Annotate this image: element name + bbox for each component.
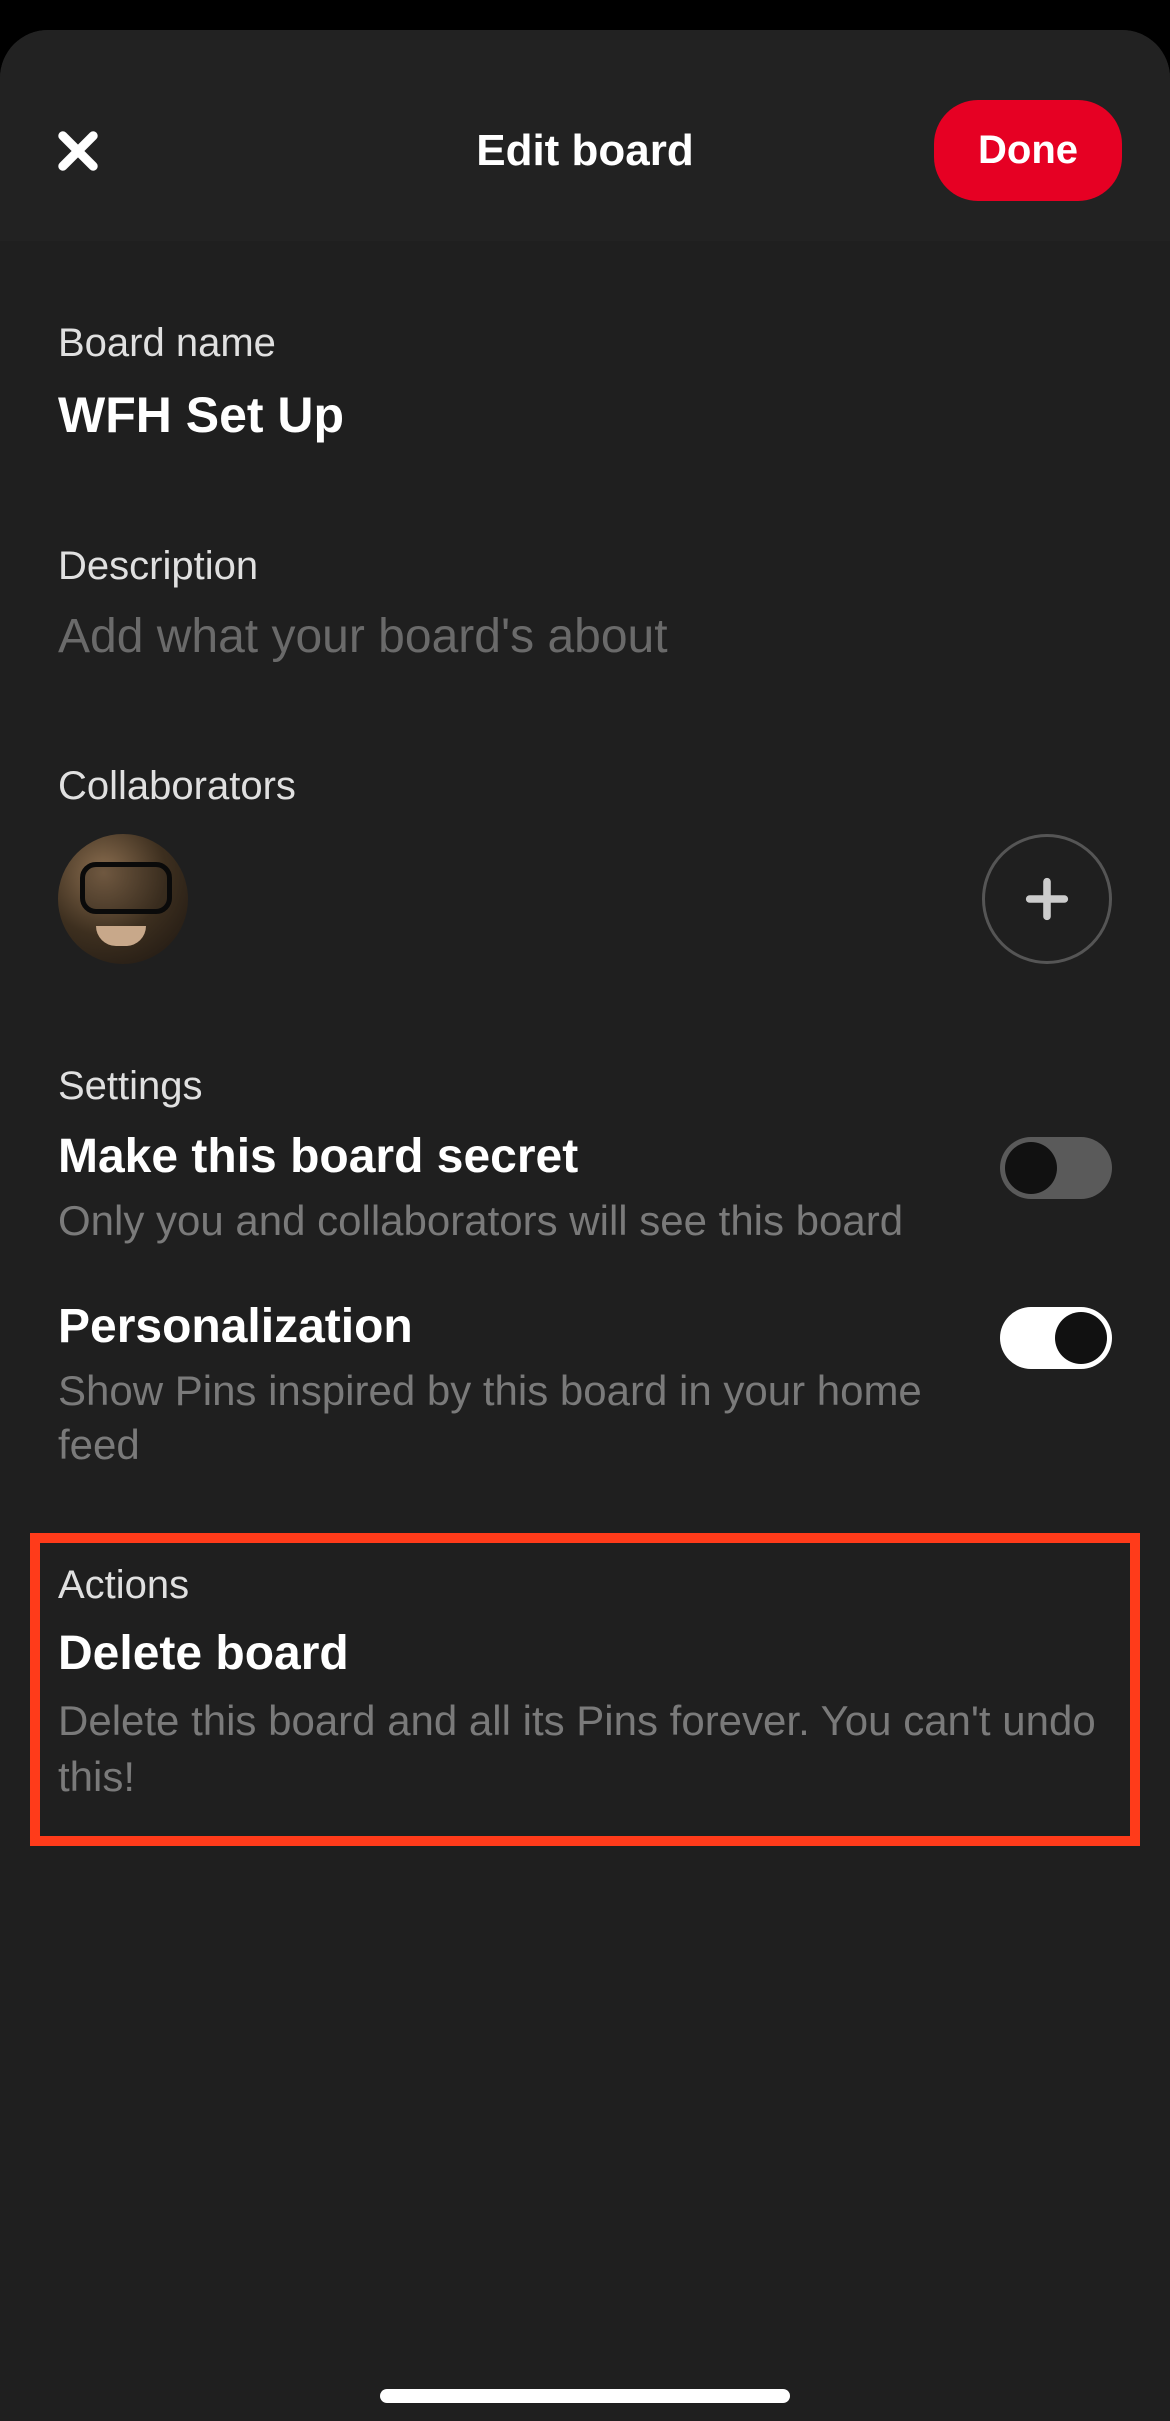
toggle-knob	[1055, 1312, 1107, 1364]
personalization-text: Personalization Show Pins inspired by th…	[58, 1299, 1000, 1473]
board-name-section: Board name WFH Set Up	[58, 321, 1112, 444]
settings-label: Settings	[58, 1064, 1112, 1109]
collaborator-avatar[interactable]	[58, 834, 188, 964]
description-section: Description Add what your board's about	[58, 544, 1112, 664]
delete-board-title: Delete board	[58, 1626, 1112, 1681]
add-collaborator-button[interactable]	[982, 834, 1112, 964]
description-input[interactable]: Add what your board's about	[58, 609, 1112, 664]
page-title: Edit board	[476, 126, 694, 176]
personalization-setting: Personalization Show Pins inspired by th…	[58, 1299, 1112, 1473]
settings-section: Settings Make this board secret Only you…	[58, 1064, 1112, 1473]
secret-board-setting: Make this board secret Only you and coll…	[58, 1129, 1112, 1249]
secret-board-toggle[interactable]	[1000, 1137, 1112, 1199]
collaborators-section: Collaborators	[58, 764, 1112, 964]
delete-board-button[interactable]: Delete board Delete this board and all i…	[58, 1626, 1112, 1806]
description-label: Description	[58, 544, 1112, 589]
personalization-description: Show Pins inspired by this board in your…	[58, 1364, 960, 1473]
board-name-label: Board name	[58, 321, 1112, 366]
board-name-input[interactable]: WFH Set Up	[58, 386, 1112, 444]
collaborators-row	[58, 834, 1112, 964]
collaborators-label: Collaborators	[58, 764, 1112, 809]
secret-board-text: Make this board secret Only you and coll…	[58, 1129, 1000, 1249]
secret-board-title: Make this board secret	[58, 1129, 960, 1184]
header: Edit board Done	[0, 30, 1170, 241]
delete-board-description: Delete this board and all its Pins forev…	[58, 1693, 1112, 1806]
toggle-knob	[1005, 1142, 1057, 1194]
close-icon	[52, 125, 104, 177]
home-indicator[interactable]	[380, 2389, 790, 2403]
personalization-toggle[interactable]	[1000, 1307, 1112, 1369]
actions-section-highlighted: Actions Delete board Delete this board a…	[30, 1533, 1140, 1846]
plus-icon	[1021, 873, 1073, 925]
close-button[interactable]	[48, 121, 108, 181]
content: Board name WFH Set Up Description Add wh…	[0, 241, 1170, 1846]
secret-board-description: Only you and collaborators will see this…	[58, 1194, 960, 1249]
done-button[interactable]: Done	[934, 100, 1122, 201]
actions-label: Actions	[58, 1563, 1112, 1608]
personalization-title: Personalization	[58, 1299, 960, 1354]
edit-board-screen: Edit board Done Board name WFH Set Up De…	[0, 30, 1170, 2421]
